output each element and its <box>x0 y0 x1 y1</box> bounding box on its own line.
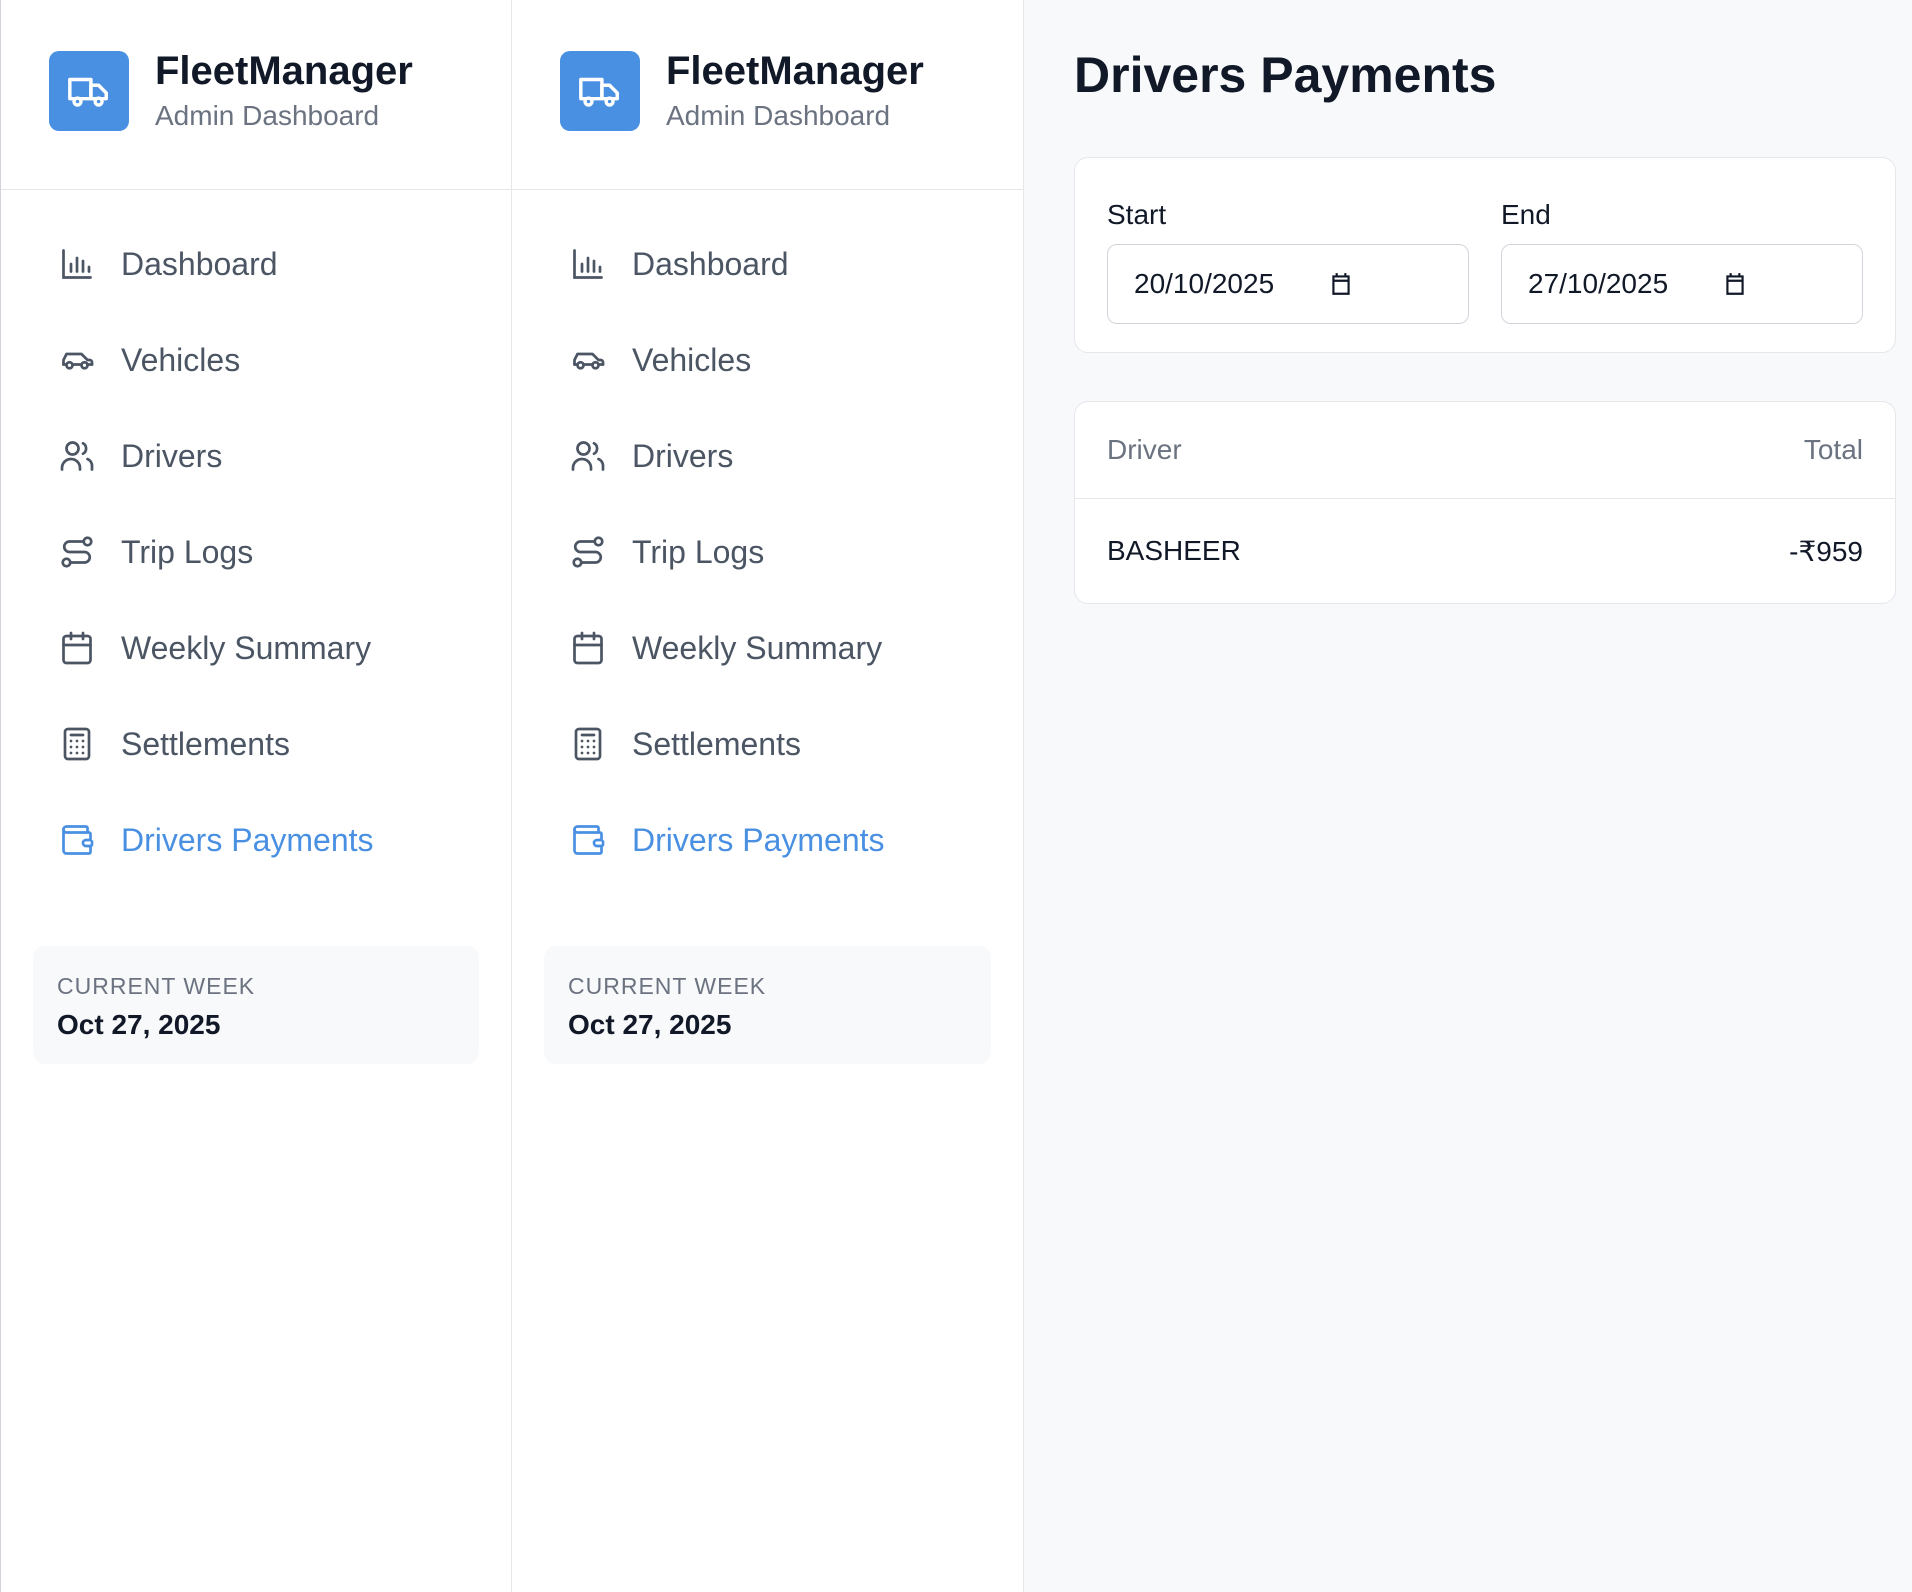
end-date-value: 27/10/2025 <box>1528 268 1669 299</box>
end-date-input[interactable]: 27/10/2025 <box>1501 244 1863 324</box>
sidebar-item-label: Weekly Summary <box>632 629 883 666</box>
calendar-icon <box>57 628 97 668</box>
sidebar-nav: Dashboard Vehicles Drivers Trip Logs Wee… <box>1 190 511 888</box>
sidebar-nav: Dashboard Vehicles Drivers Trip Logs Wee… <box>512 190 1023 888</box>
sidebar-item-weekly-summary[interactable]: Weekly Summary <box>1 600 511 696</box>
sidebar-item-settlements[interactable]: Settlements <box>1 696 511 792</box>
sidebar-item-dashboard[interactable]: Dashboard <box>1 216 511 312</box>
route-icon <box>568 532 608 572</box>
truck-logo-icon <box>560 50 640 131</box>
sidebar-item-trip-logs[interactable]: Trip Logs <box>1 504 511 600</box>
start-date-label: Start <box>1107 199 1167 230</box>
brand: FleetManager Admin Dashboard <box>1 0 511 190</box>
calculator-icon <box>568 724 608 764</box>
calendar-picker-icon[interactable] <box>1328 271 1354 297</box>
current-week-label: CURRENT WEEK <box>568 973 767 999</box>
bar-chart-icon <box>57 244 97 284</box>
sidebar: FleetManager Admin Dashboard Dashboard V… <box>0 0 512 1592</box>
end-date-label: End <box>1501 199 1551 230</box>
bar-chart-icon <box>568 244 608 284</box>
car-icon <box>568 340 608 380</box>
users-icon <box>57 436 97 476</box>
sidebar-item-trip-logs[interactable]: Trip Logs <box>512 504 1023 600</box>
total-cell: -₹959 <box>1789 535 1863 567</box>
page-title: Drivers Payments <box>1074 47 1497 103</box>
truck-logo-icon <box>49 50 129 131</box>
end-date-field: End 27/10/2025 <box>1501 198 1863 352</box>
sidebar-item-label: Trip Logs <box>632 533 765 570</box>
calculator-icon <box>57 724 97 764</box>
sidebar-item-vehicles[interactable]: Vehicles <box>512 312 1023 408</box>
users-icon <box>568 436 608 476</box>
sidebar-item-label: Settlements <box>632 725 801 762</box>
start-date-input[interactable]: 20/10/2025 <box>1107 244 1469 324</box>
sidebar-item-drivers-payments[interactable]: Drivers Payments <box>512 792 1023 888</box>
sidebar-item-label: Drivers <box>121 437 223 474</box>
driver-name-cell: BASHEER <box>1107 535 1241 566</box>
sidebar-item-label: Dashboard <box>632 245 789 282</box>
sidebar-item-label: Drivers Payments <box>121 821 374 858</box>
sidebar-item-label: Dashboard <box>121 245 278 282</box>
start-date-field: Start 20/10/2025 <box>1107 198 1469 352</box>
brand-subtitle: Admin Dashboard <box>155 99 380 131</box>
table-header: Driver Total <box>1075 402 1895 499</box>
sidebar-item-label: Drivers <box>632 437 734 474</box>
payments-table: Driver Total BASHEER -₹959 <box>1074 401 1896 604</box>
sidebar-item-dashboard[interactable]: Dashboard <box>512 216 1023 312</box>
main-content: Drivers Payments Start 20/10/2025 End 27… <box>1024 0 1912 1592</box>
brand-subtitle: Admin Dashboard <box>666 99 891 131</box>
calendar-picker-icon[interactable] <box>1722 271 1748 297</box>
current-week-card: CURRENT WEEK Oct 27, 2025 <box>544 946 991 1064</box>
sidebar-item-drivers[interactable]: Drivers <box>512 408 1023 504</box>
wallet-icon <box>57 820 97 860</box>
sidebar-item-label: Weekly Summary <box>121 629 372 666</box>
sidebar-item-weekly-summary[interactable]: Weekly Summary <box>512 600 1023 696</box>
car-icon <box>57 340 97 380</box>
sidebar-item-drivers[interactable]: Drivers <box>1 408 511 504</box>
calendar-icon <box>568 628 608 668</box>
column-header-total: Total <box>1803 434 1863 465</box>
brand-name: FleetManager <box>666 48 924 93</box>
table-row[interactable]: BASHEER -₹959 <box>1075 499 1895 603</box>
sidebar-item-label: Vehicles <box>632 341 752 378</box>
start-date-value: 20/10/2025 <box>1134 268 1275 299</box>
wallet-icon <box>568 820 608 860</box>
sidebar-item-label: Trip Logs <box>121 533 254 570</box>
sidebar-item-label: Drivers Payments <box>632 821 885 858</box>
current-week-label: CURRENT WEEK <box>57 973 256 999</box>
current-week-value: Oct 27, 2025 <box>57 1009 221 1040</box>
sidebar-item-drivers-payments[interactable]: Drivers Payments <box>1 792 511 888</box>
current-week-card: CURRENT WEEK Oct 27, 2025 <box>33 946 479 1064</box>
sidebar-item-settlements[interactable]: Settlements <box>512 696 1023 792</box>
sidebar-item-label: Settlements <box>121 725 290 762</box>
current-week-value: Oct 27, 2025 <box>568 1009 732 1040</box>
route-icon <box>57 532 97 572</box>
sidebar-item-vehicles[interactable]: Vehicles <box>1 312 511 408</box>
column-header-driver: Driver <box>1107 434 1182 465</box>
sidebar-item-label: Vehicles <box>121 341 241 378</box>
date-filter-card: Start 20/10/2025 End 27/10/2025 <box>1074 157 1896 353</box>
brand-name: FleetManager <box>155 48 413 93</box>
brand: FleetManager Admin Dashboard <box>512 0 1023 190</box>
sidebar-duplicate: FleetManager Admin Dashboard Dashboard V… <box>512 0 1024 1592</box>
